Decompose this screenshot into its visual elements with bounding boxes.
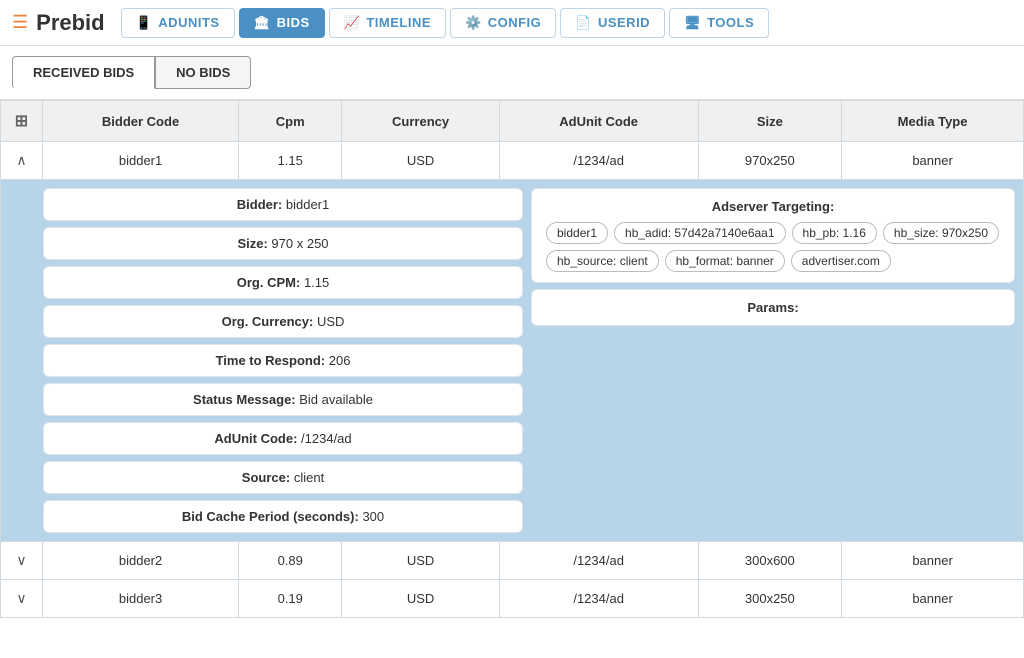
targeting-label: Adserver Targeting:: [546, 199, 1000, 214]
mediatype-cell-3: banner: [842, 580, 1024, 618]
detail-size: Size: 970 x 250: [43, 227, 523, 260]
grid-toggle-header[interactable]: ⊞: [1, 101, 43, 142]
adunits-icon: 📱: [136, 15, 153, 31]
table-row: ∨ bidder3 0.19 USD /1234/ad 300x250 bann…: [1, 580, 1024, 618]
bids-icon: 🏛: [254, 15, 271, 31]
size-cell-2: 300x600: [698, 542, 842, 580]
tab-adunits[interactable]: 📱 ADUNITS: [121, 8, 235, 38]
targeting-tags: bidder1 hb_adid: 57d42a7140e6aa1 hb_pb: …: [546, 222, 1000, 272]
tag-hb-source: hb_source: client: [546, 250, 659, 272]
hamburger-icon[interactable]: ☰: [12, 12, 28, 33]
expand-cell-3[interactable]: ∨: [1, 580, 43, 618]
cpm-cell-2: 0.89: [239, 542, 342, 580]
expand-button-3[interactable]: ∨: [13, 590, 30, 607]
col-currency: Currency: [342, 101, 499, 142]
collapse-button-1[interactable]: ∧: [13, 152, 30, 169]
bidder-code-cell-1: bidder1: [43, 142, 239, 180]
tab-config[interactable]: ⚙️ CONFIG: [450, 8, 556, 38]
subtab-received-bids[interactable]: RECEIVED BIDS: [12, 56, 155, 89]
app-title: Prebid: [36, 10, 104, 36]
table-header-row: ⊞ Bidder Code Cpm Currency AdUnit Code S…: [1, 101, 1024, 142]
tab-userid[interactable]: 📄 USERID: [560, 8, 665, 38]
bids-table: ⊞ Bidder Code Cpm Currency AdUnit Code S…: [0, 100, 1024, 618]
bids-table-container: ⊞ Bidder Code Cpm Currency AdUnit Code S…: [0, 100, 1024, 618]
params-card: Params:: [531, 289, 1015, 326]
detail-org-cpm: Org. CPM: 1.15: [43, 266, 523, 299]
col-media-type: Media Type: [842, 101, 1024, 142]
table-row: ∨ bidder2 0.89 USD /1234/ad 300x600 bann…: [1, 542, 1024, 580]
currency-cell-2: USD: [342, 542, 499, 580]
tab-bids[interactable]: 🏛 BIDS: [239, 8, 325, 38]
mediatype-cell-1: banner: [842, 142, 1024, 180]
size-cell-1: 970x250: [698, 142, 842, 180]
expand-cell-1[interactable]: ∧: [1, 142, 43, 180]
col-adunit-code: AdUnit Code: [499, 101, 698, 142]
tab-tools[interactable]: 🖥 TOOLS: [669, 8, 769, 38]
app-header: ☰ Prebid 📱 ADUNITS 🏛 BIDS 📈 TIMELINE ⚙️ …: [0, 0, 1024, 46]
tag-advertiser: advertiser.com: [791, 250, 891, 272]
tools-icon: 🖥: [684, 15, 701, 31]
tag-hb-format: hb_format: banner: [665, 250, 785, 272]
col-bidder-code: Bidder Code: [43, 101, 239, 142]
cpm-cell-3: 0.19: [239, 580, 342, 618]
detail-adunit-code: AdUnit Code: /1234/ad: [43, 422, 523, 455]
expand-button-2[interactable]: ∨: [13, 552, 30, 569]
sub-tab-bar: RECEIVED BIDS NO BIDS: [0, 46, 1024, 100]
detail-left: Bidder: bidder1 Size: 970 x 250 Org. CPM…: [43, 188, 523, 533]
detail-cell: Bidder: bidder1 Size: 970 x 250 Org. CPM…: [1, 180, 1024, 542]
tag-hb-pb: hb_pb: 1.16: [792, 222, 877, 244]
adunit-cell-3: /1234/ad: [499, 580, 698, 618]
detail-source: Source: client: [43, 461, 523, 494]
bidder-code-cell-3: bidder3: [43, 580, 239, 618]
detail-time-to-respond: Time to Respond: 206: [43, 344, 523, 377]
logo-area: ☰ Prebid: [12, 10, 105, 36]
table-row: ∧ bidder1 1.15 USD /1234/ad 970x250 bann…: [1, 142, 1024, 180]
detail-org-currency: Org. Currency: USD: [43, 305, 523, 338]
userid-icon: 📄: [575, 15, 592, 31]
tag-hb-size: hb_size: 970x250: [883, 222, 999, 244]
col-cpm: Cpm: [239, 101, 342, 142]
tab-timeline[interactable]: 📈 TIMELINE: [329, 8, 446, 38]
size-cell-3: 300x250: [698, 580, 842, 618]
detail-status-message: Status Message: Bid available: [43, 383, 523, 416]
config-icon: ⚙️: [465, 15, 482, 31]
tag-hb-adid: hb_adid: 57d42a7140e6aa1: [614, 222, 785, 244]
main-nav: 📱 ADUNITS 🏛 BIDS 📈 TIMELINE ⚙️ CONFIG 📄 …: [121, 8, 770, 38]
detail-right: Adserver Targeting: bidder1 hb_adid: 57d…: [531, 188, 1015, 533]
currency-cell-3: USD: [342, 580, 499, 618]
mediatype-cell-2: banner: [842, 542, 1024, 580]
bidder-code-cell-2: bidder2: [43, 542, 239, 580]
detail-inner: Bidder: bidder1 Size: 970 x 250 Org. CPM…: [1, 180, 1023, 541]
adunit-cell-1: /1234/ad: [499, 142, 698, 180]
col-size: Size: [698, 101, 842, 142]
adserver-targeting-card: Adserver Targeting: bidder1 hb_adid: 57d…: [531, 188, 1015, 283]
adunit-cell-2: /1234/ad: [499, 542, 698, 580]
grid-icon[interactable]: ⊞: [15, 113, 28, 130]
detail-bidder: Bidder: bidder1: [43, 188, 523, 221]
detail-row-1: Bidder: bidder1 Size: 970 x 250 Org. CPM…: [1, 180, 1024, 542]
currency-cell-1: USD: [342, 142, 499, 180]
expand-cell-2[interactable]: ∨: [1, 542, 43, 580]
tag-bidder: bidder1: [546, 222, 608, 244]
cpm-cell-1: 1.15: [239, 142, 342, 180]
timeline-icon: 📈: [344, 15, 361, 31]
subtab-no-bids[interactable]: NO BIDS: [155, 56, 251, 89]
detail-bid-cache: Bid Cache Period (seconds): 300: [43, 500, 523, 533]
